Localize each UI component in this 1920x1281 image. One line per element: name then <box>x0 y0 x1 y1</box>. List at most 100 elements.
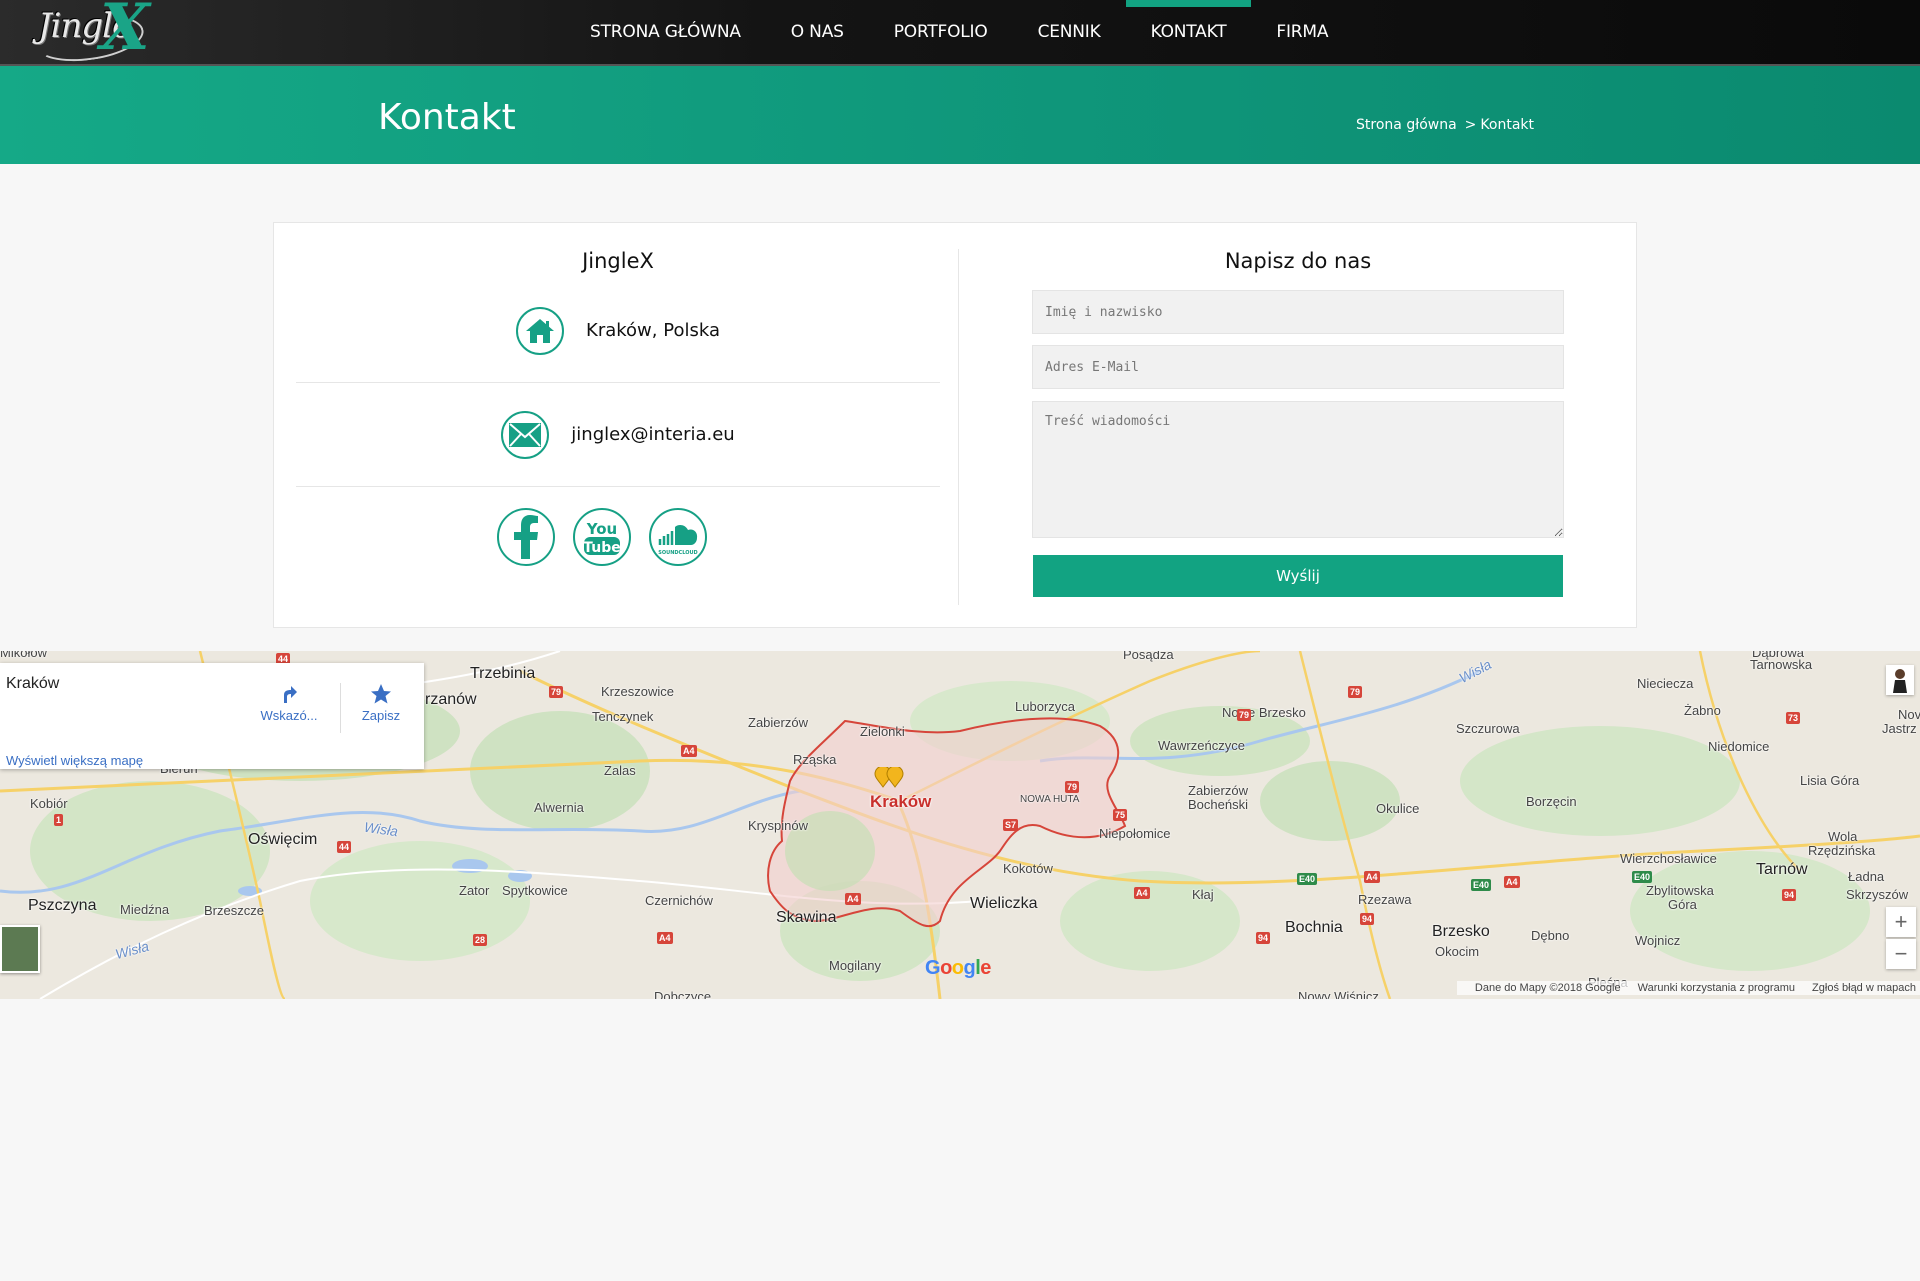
road-shield: A4 <box>1134 887 1150 899</box>
map-label-nowe-brzesko: Nowe Brzesko <box>1222 705 1306 720</box>
map-label-wola-1: Wola <box>1828 829 1858 844</box>
address-text: Kraków, Polska <box>586 320 720 341</box>
email-row: jinglex@interia.eu <box>296 383 940 487</box>
road-shield: 75 <box>1113 809 1128 821</box>
map-label-zabierzow-bochenski-1: Zabierzów <box>1188 783 1248 798</box>
map-attribution: Dane do Mapy ©2018 Google Warunki korzys… <box>1456 981 1920 995</box>
map-label-trzebinia: Trzebinia <box>470 665 536 682</box>
map-label-zbylitowska-2: Góra <box>1668 897 1697 912</box>
map-label-borzecin: Borzęcin <box>1526 794 1577 809</box>
road-shield: A4 <box>1504 876 1520 888</box>
menu-item-firma[interactable]: FIRMA <box>1251 0 1353 64</box>
soundcloud-text: SOUNDCLOUD <box>658 550 697 556</box>
map-label-pszczyna: Pszczyna <box>28 897 97 914</box>
message-field[interactable] <box>1032 401 1564 538</box>
map-label-krakow: Kraków <box>870 792 932 811</box>
map-place-card: Kraków Wskazó... Zapisz Wyświetl większą… <box>0 663 424 769</box>
page-title: Kontakt <box>378 97 516 138</box>
soundcloud-icon[interactable]: SOUNDCLOUD <box>649 508 707 566</box>
menu-item-strona-glowna[interactable]: STRONA GŁÓWNA <box>565 0 766 64</box>
form-title: Napisz do nas <box>1224 249 1372 273</box>
map-label-brzeszcze: Brzeszcze <box>204 903 264 918</box>
directions-icon <box>284 686 297 703</box>
directions-button[interactable]: Wskazó... <box>254 683 324 723</box>
contact-form: Napisz do nas Wyślij <box>978 223 1618 627</box>
map-label-wojnicz: Wojnicz <box>1635 933 1681 948</box>
logo-x: X <box>100 0 150 65</box>
map-label-jastrz-1: Nov <box>1898 707 1920 722</box>
road-shield: 94 <box>1360 913 1375 925</box>
map-label-luborzyca: Luborzyca <box>1015 699 1075 714</box>
save-label: Zapisz <box>361 708 401 723</box>
youtube-icon[interactable]: You Tube <box>573 508 631 566</box>
map-card-divider <box>340 683 341 733</box>
zoom-in-button[interactable]: + <box>1886 907 1916 937</box>
road-shield: 79 <box>549 686 564 698</box>
map-label-tarnow: Tarnów <box>1756 861 1808 878</box>
map-label-wieliczka: Wieliczka <box>970 895 1038 912</box>
map-label-bochnia: Bochnia <box>1285 919 1343 936</box>
zoom-out-button[interactable]: − <box>1886 939 1916 969</box>
directions-label: Wskazó... <box>260 708 318 723</box>
road-shield: A4 <box>845 893 861 905</box>
name-field[interactable] <box>1032 290 1564 334</box>
street-view-pegman-icon[interactable] <box>1886 665 1914 695</box>
main-menu: STRONA GŁÓWNA O NAS PORTFOLIO CENNIK KON… <box>565 0 1353 64</box>
map-label-okocim: Okocim <box>1435 944 1480 959</box>
map-label-wierzchoslawice: Wierzchosławice <box>1620 851 1717 866</box>
road-shield: 94 <box>1782 889 1797 901</box>
map-label-wola-2: Rzędzińska <box>1808 843 1876 858</box>
breadcrumb-home[interactable]: Strona główna <box>1356 117 1457 133</box>
save-button[interactable]: Zapisz <box>346 683 416 723</box>
map-label-dobczyce: Dobczyce <box>654 989 712 999</box>
road-shield: E40 <box>1471 879 1492 891</box>
road-shield: 1 <box>54 814 64 826</box>
contact-info: JingleX Kraków, Polska jinglex@interia.e… <box>296 223 940 627</box>
embedded-map[interactable]: Mikołów Trzebinia rzanów Krzeszowice Ten… <box>0 651 1920 999</box>
facebook-icon[interactable] <box>497 508 555 566</box>
map-label-miedzna: Miedźna <box>120 902 170 917</box>
email-text[interactable]: jinglex@interia.eu <box>571 424 734 445</box>
map-label-alwernia: Alwernia <box>534 800 584 815</box>
map-label-kobior: Kobiór <box>30 796 68 811</box>
map-pin-icon[interactable] <box>873 767 907 789</box>
map-label-oswiecim: Oświęcim <box>248 831 318 848</box>
road-shield: 73 <box>1786 712 1801 724</box>
road-shield: 79 <box>1065 781 1080 793</box>
map-label-zabierzow: Zabierzów <box>748 715 808 730</box>
road-shield: S7 <box>1003 819 1019 831</box>
road-shield: A4 <box>657 932 673 944</box>
top-navbar: Jingle X STRONA GŁÓWNA O NAS PORTFOLIO C… <box>0 0 1920 68</box>
road-shield: 94 <box>1256 932 1271 944</box>
map-label-czernichow: Czernichów <box>645 893 713 908</box>
satellite-toggle[interactable] <box>0 925 40 973</box>
map-label-zator: Zator <box>459 883 490 898</box>
map-place-name: Kraków <box>6 675 60 692</box>
map-label-jastrz-2: Jastrz <box>1882 721 1917 736</box>
menu-item-kontakt[interactable]: KONTAKT <box>1125 0 1252 64</box>
jinglex-logo[interactable]: Jingle X <box>30 0 150 68</box>
map-label-nowa-huta: NOWA HUTA <box>1020 794 1080 805</box>
contact-title: JingleX <box>582 249 654 273</box>
breadcrumb: Strona główna > Kontakt <box>1356 117 1534 133</box>
address-row: Kraków, Polska <box>296 279 940 383</box>
card-divider <box>958 249 959 605</box>
send-button[interactable]: Wyślij <box>1033 555 1563 597</box>
youtube-you-text: You <box>586 520 617 538</box>
menu-item-cennik[interactable]: CENNIK <box>1013 0 1126 64</box>
envelope-icon <box>501 410 550 459</box>
road-shield: 79 <box>1348 686 1363 698</box>
road-shield: A4 <box>1364 871 1380 883</box>
road-shield: 44 <box>337 841 352 853</box>
map-label-szczurowa: Szczurowa <box>1456 721 1520 736</box>
map-label-niedomice: Niedomice <box>1708 739 1770 754</box>
map-report-link[interactable]: Zgłoś błąd w mapach <box>1812 982 1916 994</box>
map-label-rzezawa: Rzezawa <box>1358 892 1412 907</box>
email-field[interactable] <box>1032 345 1564 389</box>
google-logo: Google <box>925 957 991 979</box>
menu-item-o-nas[interactable]: O NAS <box>766 0 869 64</box>
map-label-niepolomice: Niepołomice <box>1099 826 1171 841</box>
menu-item-portfolio[interactable]: PORTFOLIO <box>869 0 1013 64</box>
bigger-map-link[interactable]: Wyświetl większą mapę <box>6 753 143 768</box>
map-terms-link[interactable]: Warunki korzystania z programu <box>1638 982 1795 994</box>
